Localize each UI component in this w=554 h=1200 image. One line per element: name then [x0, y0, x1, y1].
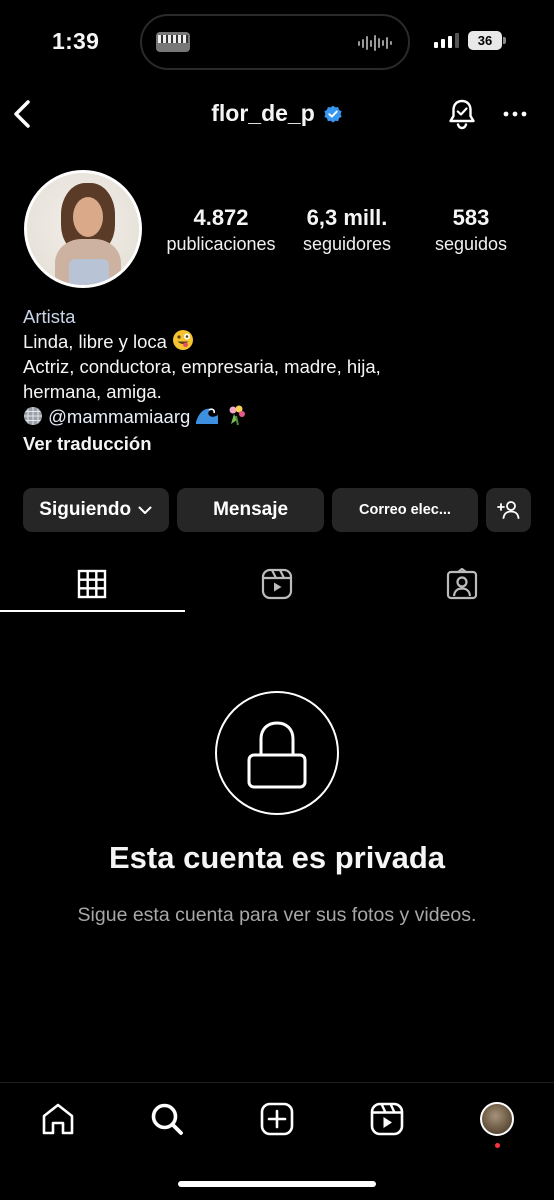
grid-icon [78, 569, 107, 599]
stat-posts-label: publicaciones [166, 234, 276, 254]
profile-username: flor_de_p [211, 100, 315, 126]
tab-posts-grid[interactable] [0, 556, 185, 612]
suggested-users-button[interactable] [486, 488, 531, 532]
stat-posts[interactable]: 4.872 publicaciones [150, 204, 292, 256]
reels-nav-icon [370, 1102, 404, 1136]
ellipsis-icon [503, 111, 527, 117]
profile-avatar-icon [480, 1102, 514, 1136]
notification-dot [495, 1143, 500, 1148]
lock-icon [247, 720, 306, 788]
home-indicator[interactable] [178, 1181, 376, 1187]
dynamic-island[interactable] [140, 14, 410, 70]
search-icon [151, 1103, 183, 1135]
following-button[interactable]: Siguiendo [23, 488, 170, 532]
status-time: 1:39 [52, 28, 100, 54]
more-options-button[interactable] [498, 96, 534, 132]
stat-followers[interactable]: 6,3 mill. seguidores [292, 204, 402, 256]
add-post-icon [260, 1102, 294, 1136]
profile-actions: Siguiendo Mensaje Correo elec... [23, 488, 531, 532]
chevron-down-icon [138, 506, 152, 514]
reels-icon [261, 568, 293, 600]
profile-category: Artista [23, 306, 76, 327]
bell-check-icon [449, 99, 475, 130]
private-account-title: Esta cuenta es privada [109, 840, 445, 875]
tab-reels[interactable] [185, 556, 370, 612]
email-button[interactable]: Correo elec... [331, 488, 479, 532]
profile-bio: Artista Linda, libre y loca Actriz, cond… [23, 304, 533, 456]
stat-following-label: seguidos [434, 234, 508, 254]
nav-profile[interactable] [477, 1099, 517, 1139]
cellular-signal-icon [434, 32, 459, 48]
bouquet-emoji-icon [229, 405, 245, 426]
zany-face-emoji-icon [173, 330, 194, 350]
email-button-label: Correo elec... [359, 502, 451, 518]
add-user-icon [496, 501, 519, 519]
nav-search[interactable] [147, 1099, 187, 1139]
stat-followers-value: 6,3 mill. [306, 205, 388, 230]
profile-avatar[interactable] [24, 170, 142, 288]
status-bar: 1:39 36 [0, 0, 554, 84]
see-translation-link[interactable]: Ver traducción [23, 431, 533, 456]
profile-header: flor_de_p [0, 90, 554, 140]
notifications-bell-button[interactable] [444, 96, 480, 132]
nav-create[interactable] [257, 1099, 297, 1139]
message-button[interactable]: Mensaje [177, 488, 324, 532]
profile-tabs [0, 556, 554, 612]
message-button-label: Mensaje [213, 499, 289, 520]
home-icon [42, 1103, 74, 1135]
bio-line-1: Linda, libre y loca [23, 329, 533, 354]
verified-badge-icon [324, 105, 342, 123]
tab-tagged[interactable] [369, 556, 554, 612]
stat-following[interactable]: 583 seguidos [402, 204, 540, 256]
bio-line-3: hermana, amiga. [23, 381, 162, 402]
stat-following-value: 583 [452, 205, 490, 230]
following-button-label: Siguiendo [39, 499, 132, 520]
tagged-person-icon [446, 568, 477, 600]
private-account-subtitle: Sigue esta cuenta para ver sus fotos y v… [77, 904, 477, 926]
bio-line-4: @mammamiaarg [23, 404, 533, 429]
nav-home[interactable] [38, 1099, 78, 1139]
bio-line-2: Actriz, conductora, empresaria, madre, h… [23, 356, 381, 377]
stat-followers-label: seguidores [302, 234, 392, 254]
bio-line-1-text: Linda, libre y loca [23, 331, 167, 352]
audio-waveform-icon [358, 34, 392, 52]
bio-mention-link[interactable]: @mammamiaarg [48, 406, 190, 427]
wave-emoji-icon [196, 408, 219, 424]
stat-posts-value: 4.872 [193, 205, 249, 230]
battery-icon: 36 [468, 31, 506, 50]
nav-reels[interactable] [367, 1099, 407, 1139]
now-playing-thumbnail [156, 32, 190, 52]
private-lock-badge [215, 691, 339, 815]
disco-ball-emoji-icon [24, 407, 42, 425]
profile-stats: 4.872 publicaciones 6,3 mill. seguidores… [150, 204, 540, 256]
